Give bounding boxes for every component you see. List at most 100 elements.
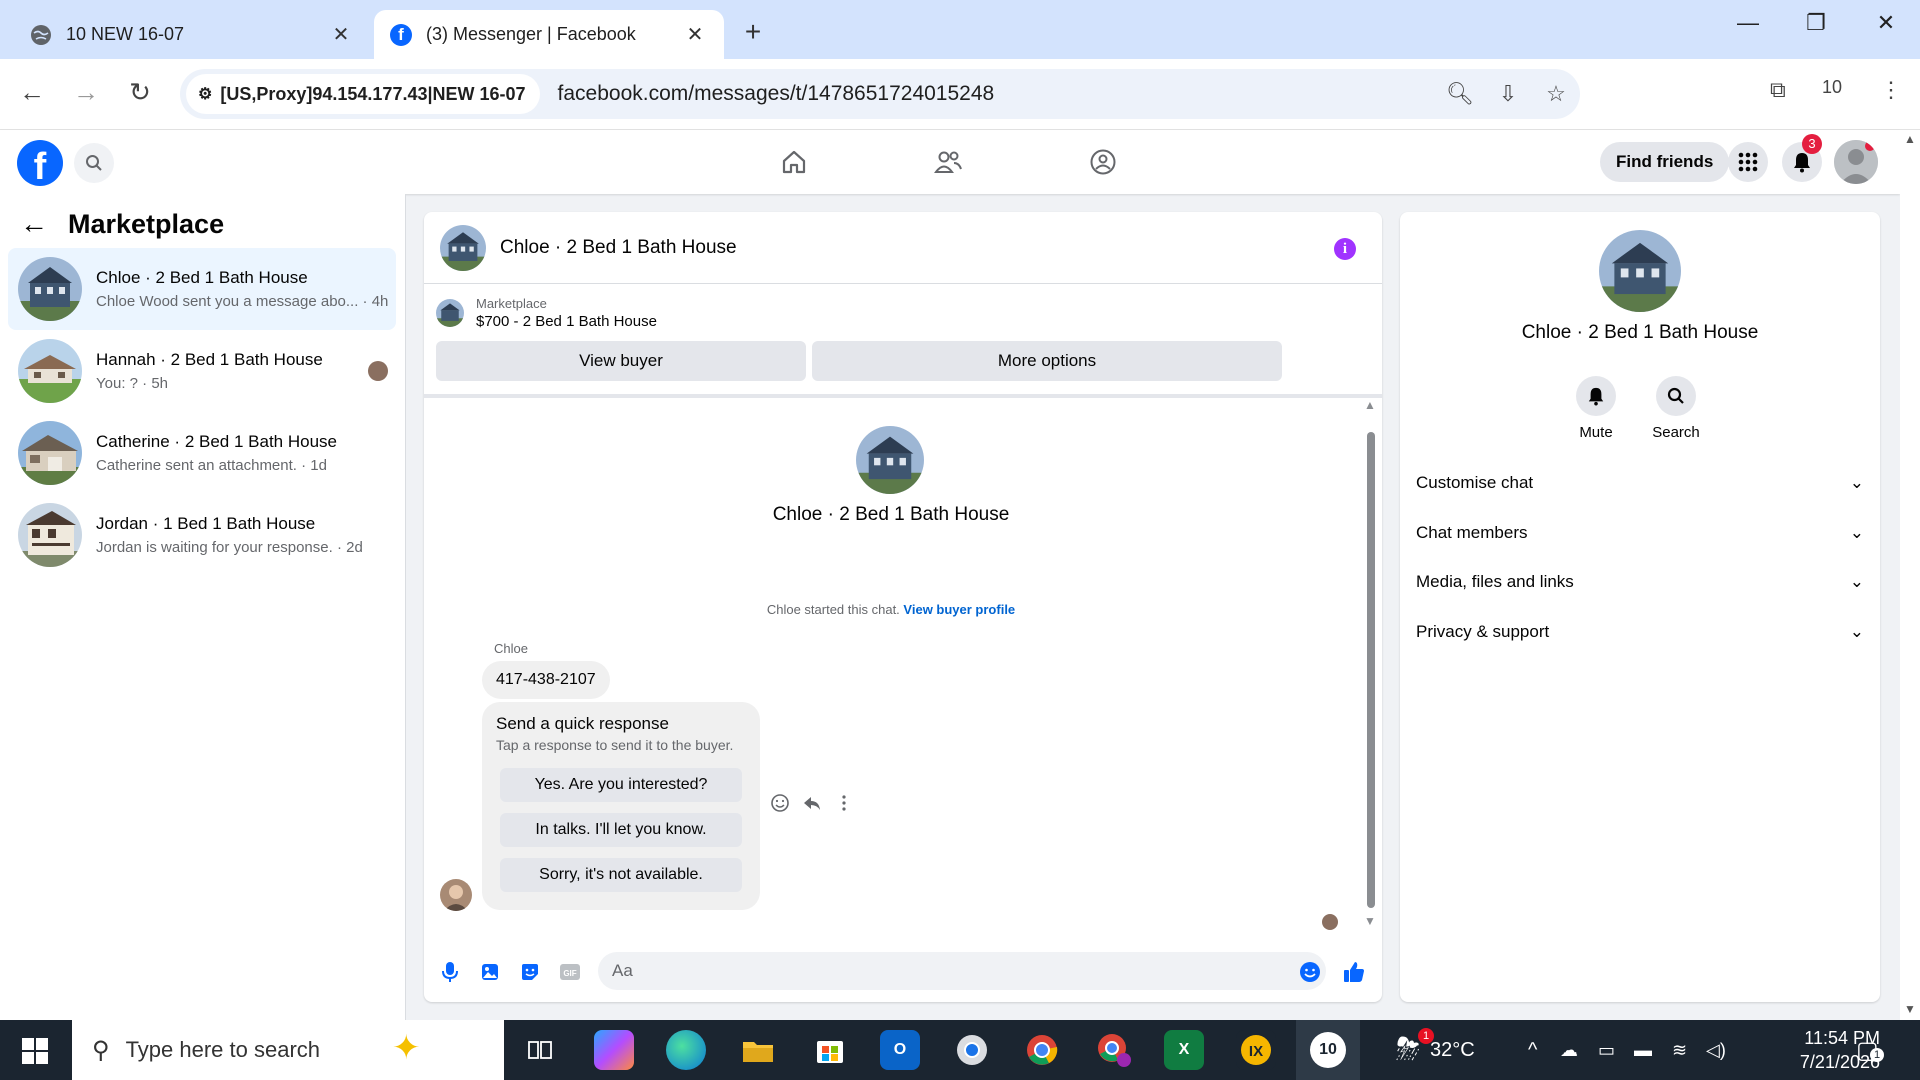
show-hidden-icons[interactable]: ^ [1528, 1020, 1537, 1080]
customise-chat-section[interactable]: Customise chat ⌄ [1416, 463, 1864, 503]
chat-members-section[interactable]: Chat members ⌄ [1416, 513, 1864, 553]
windows-taskbar: ⚲ Type here to search ✦ O X IX 10 ⛈ 1 32… [0, 1020, 1920, 1080]
conversation-name: Chloe · 2 Bed 1 Bath House [96, 268, 308, 287]
battery-icon[interactable]: ▬ [1634, 1020, 1652, 1080]
browser-tab-active[interactable]: f (3) Messenger | Facebook ✕ [374, 10, 724, 59]
taskbar-search-box[interactable]: ⚲ Type here to search ✦ [72, 1020, 504, 1080]
find-friends-button[interactable]: Find friends [1600, 142, 1730, 182]
conversation-item[interactable]: Hannah · 2 Bed 1 Bath House You: ? · 5h [8, 330, 396, 412]
message-input[interactable]: Aa [598, 952, 1326, 990]
search-icon[interactable] [74, 143, 114, 183]
volume-icon[interactable]: ◁) [1706, 1020, 1726, 1080]
back-icon[interactable]: ← [14, 77, 50, 108]
extensions-counter[interactable]: 10 [1822, 77, 1842, 98]
quick-response-option[interactable]: In talks. I'll let you know. [500, 813, 742, 847]
page-scroll-down-icon[interactable]: ▼ [1904, 1002, 1916, 1016]
media-files-links-section[interactable]: Media, files and links ⌄ [1416, 562, 1864, 602]
install-app-icon[interactable]: ⇩ [1484, 81, 1532, 107]
copilot-icon[interactable] [594, 1030, 634, 1070]
details-name: Chloe · 2 Bed 1 Bath House [1521, 322, 1759, 343]
info-icon[interactable]: i [1334, 238, 1356, 260]
close-tab-icon[interactable]: ✕ [682, 22, 708, 47]
close-tab-icon[interactable]: ✕ [328, 22, 354, 47]
facebook-logo-icon[interactable]: f [17, 140, 63, 186]
outlook-icon[interactable]: O [880, 1030, 920, 1070]
listing-thumbnail [18, 257, 82, 321]
site-info-chip[interactable]: ⚙ [US,Proxy]94.154.177.43|NEW 16-07 [186, 74, 540, 114]
photo-icon[interactable] [476, 958, 504, 986]
emoji-icon[interactable] [1296, 958, 1324, 986]
reload-icon[interactable]: ↻ [122, 77, 158, 108]
device-icon[interactable]: ▭ [1598, 1020, 1615, 1080]
marketplace-listing-row: Marketplace $700 - 2 Bed 1 Bath House [436, 296, 657, 330]
task-view-icon[interactable] [520, 1030, 560, 1070]
quick-response-option[interactable]: Yes. Are you interested? [500, 768, 742, 802]
mute-button[interactable]: Mute [1561, 376, 1631, 441]
account-avatar[interactable] [1834, 140, 1878, 184]
chrome-icon[interactable] [1022, 1030, 1062, 1070]
seen-avatar [1322, 914, 1338, 930]
scroll-down-arrow-icon[interactable]: ▼ [1364, 914, 1376, 928]
ix-browser-icon[interactable]: IX [1236, 1030, 1276, 1070]
groups-icon[interactable] [1085, 144, 1121, 180]
thumbs-up-icon[interactable] [1340, 958, 1368, 986]
chrome-account-icon[interactable] [1094, 1030, 1134, 1070]
conversation-item[interactable]: Jordan · 1 Bed 1 Bath House Jordan is wa… [8, 494, 396, 576]
chat-avatar[interactable] [440, 224, 486, 271]
wifi-icon[interactable]: ≋ [1672, 1020, 1687, 1080]
page-scrollbar[interactable]: ▲ ▼ [1900, 130, 1920, 1020]
view-buyer-button[interactable]: View buyer [436, 341, 806, 381]
sticker-icon[interactable] [516, 958, 544, 986]
chat-scroll-thumb[interactable] [1367, 432, 1375, 908]
browser-tab-inactive[interactable]: 10 NEW 16-07 ✕ [14, 10, 370, 59]
scroll-up-arrow-icon[interactable]: ▲ [1364, 398, 1376, 412]
react-emoji-icon[interactable] [770, 793, 790, 818]
privacy-support-section[interactable]: Privacy & support ⌄ [1416, 612, 1864, 652]
back-arrow-icon[interactable]: ← [20, 208, 48, 240]
more-options-button[interactable]: More options [812, 341, 1282, 381]
message-bubble[interactable]: 417-438-2107 [482, 661, 610, 699]
address-bar[interactable]: ⚙ [US,Proxy]94.154.177.43|NEW 16-07 face… [180, 69, 1580, 119]
file-explorer-icon[interactable] [738, 1030, 778, 1070]
new-tab-icon[interactable]: + [738, 16, 768, 48]
search-in-chat-button[interactable]: Search [1641, 376, 1711, 441]
home-icon[interactable] [776, 144, 812, 180]
microphone-icon[interactable] [436, 958, 464, 986]
details-avatar[interactable] [1599, 230, 1681, 312]
edge-icon[interactable] [666, 1030, 706, 1070]
weather-widget[interactable]: ⛈ 1 32°C [1396, 1020, 1475, 1080]
message-placeholder: Aa [612, 961, 633, 980]
page-scroll-up-icon[interactable]: ▲ [1904, 132, 1916, 146]
view-buyer-profile-link[interactable]: View buyer profile [903, 602, 1015, 617]
menu-grid-icon[interactable] [1728, 142, 1768, 182]
chrome-profile-icon[interactable] [952, 1030, 992, 1070]
url-text[interactable]: facebook.com/messages/t/1478651724015248 [558, 82, 1436, 106]
microsoft-store-icon[interactable] [810, 1030, 850, 1070]
active-app-icon[interactable]: 10 [1296, 1020, 1360, 1080]
onedrive-icon[interactable]: ☁ [1560, 1020, 1578, 1080]
chat-title[interactable]: Chloe · 2 Bed 1 Bath House [500, 237, 737, 259]
menu-dots-icon[interactable]: ⋮ [1880, 77, 1902, 103]
gif-icon[interactable]: GIF [556, 958, 584, 986]
contact-avatar[interactable] [856, 426, 924, 494]
lens-search-icon[interactable]: ⧉ [1770, 77, 1786, 103]
reply-icon[interactable] [802, 793, 822, 818]
friends-icon[interactable] [930, 144, 966, 180]
conversation-item[interactable]: Catherine · 2 Bed 1 Bath House Catherine… [8, 412, 396, 494]
windows-start-icon[interactable] [22, 1038, 48, 1064]
notification-center-icon[interactable]: ▢ 1 [1856, 1020, 1884, 1080]
minimize-icon[interactable]: — [1728, 10, 1768, 36]
conversation-item[interactable]: Chloe · 2 Bed 1 Bath House Chloe Wood se… [8, 248, 396, 330]
bookmark-star-icon[interactable]: ☆ [1532, 81, 1580, 107]
restore-icon[interactable]: ❐ [1796, 10, 1836, 36]
close-window-icon[interactable]: ✕ [1866, 10, 1906, 36]
notification-center-count: 1 [1870, 1048, 1884, 1062]
tab-title: 10 NEW 16-07 [66, 24, 185, 44]
more-dots-icon[interactable] [834, 793, 854, 818]
sender-avatar[interactable] [440, 879, 472, 911]
zoom-icon[interactable]: 🔍︎ [1436, 81, 1484, 107]
excel-icon[interactable]: X [1164, 1030, 1204, 1070]
quick-response-option[interactable]: Sorry, it's not available. [500, 858, 742, 892]
listing-thumbnail [18, 339, 82, 403]
forward-icon[interactable]: → [68, 77, 104, 108]
